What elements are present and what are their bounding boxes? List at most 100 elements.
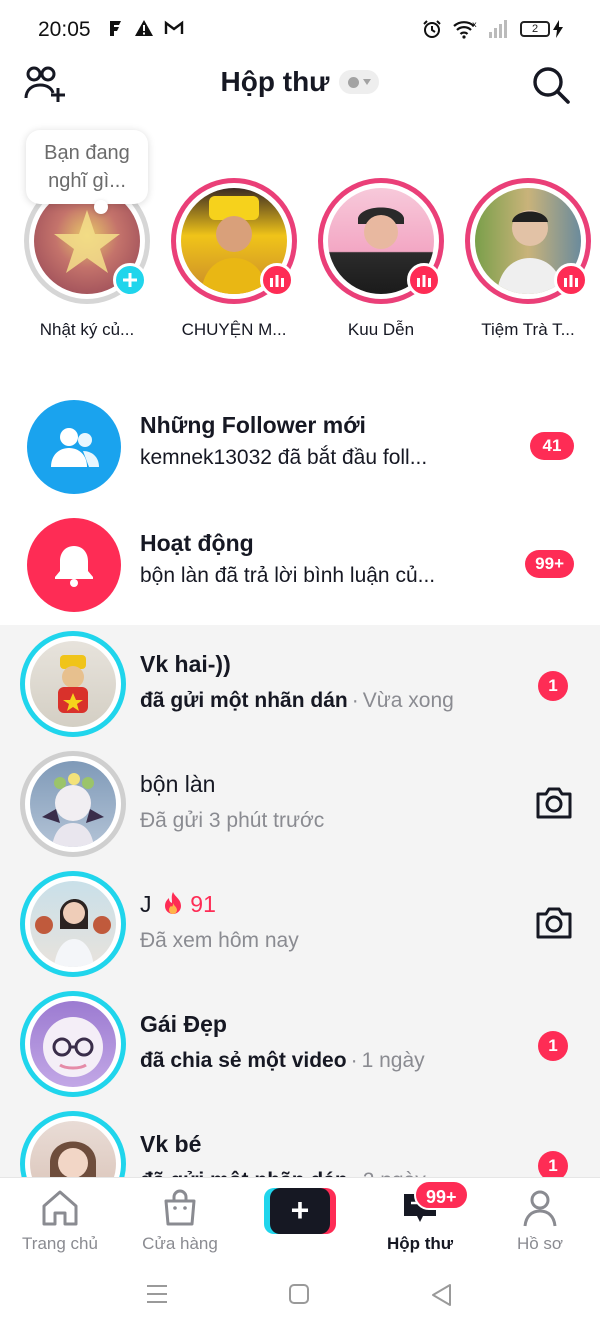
square-icon — [289, 1284, 309, 1304]
thought-bubble-tail — [94, 200, 108, 214]
avatar — [30, 761, 116, 847]
streak-count: 91 — [190, 891, 216, 917]
chat-message: đã gửi một nhãn dán — [140, 689, 348, 712]
row-title: Những Follower mới — [140, 412, 366, 438]
live-bars-icon — [564, 275, 578, 287]
camera-icon — [536, 907, 572, 939]
chat-list: Vk hai-)) đã gửi một nhãn dán · Vừa xong 1… — [0, 625, 600, 1177]
status-bar: 20:05 x 2 — [0, 0, 600, 60]
avatar — [30, 1001, 116, 1087]
shopping-bag-icon — [164, 1189, 196, 1226]
thought-bubble-line1: Bạn đang — [44, 142, 130, 164]
flame-icon — [164, 892, 181, 914]
story-item[interactable]: Tiệm Trà T... — [458, 178, 598, 368]
unread-badge: 1 — [538, 671, 568, 701]
wifi-icon: x — [453, 20, 477, 39]
avatar — [30, 641, 116, 727]
nav-profile[interactable]: Hồ sơ — [485, 1188, 595, 1254]
list-item[interactable]: Vk bé đã gửi một nhãn dán·2 ngày 1 — [0, 1105, 600, 1177]
avatar — [30, 881, 116, 967]
menu-icon — [147, 1285, 167, 1303]
online-status-toggle[interactable] — [339, 70, 380, 94]
live-bars-icon — [270, 275, 284, 287]
story-self[interactable]: Nhật ký củ... — [17, 178, 157, 368]
story-name: Tiệm Trà T... — [481, 320, 575, 339]
chat-time: 1 ngày — [361, 1049, 425, 1072]
svg-text:x: x — [472, 20, 477, 29]
chat-name: Vk hai-)) — [140, 651, 231, 677]
chat-name: J — [140, 891, 152, 917]
nav-label: Hộp thư — [386, 1234, 454, 1253]
chevron-down-icon — [362, 79, 371, 85]
search-button[interactable] — [530, 64, 572, 106]
nav-label: Cửa hàng — [142, 1234, 218, 1253]
add-story-button[interactable] — [113, 263, 147, 297]
unread-badge: 1 — [538, 1151, 568, 1177]
nav-label: Hồ sơ — [516, 1234, 564, 1253]
list-item[interactable]: Vk hai-)) đã gửi một nhãn dán · Vừa xong 1 — [0, 625, 600, 745]
gmail-icon — [164, 20, 184, 34]
count-badge: 99+ — [525, 550, 574, 578]
chat-name: Vk bé — [140, 1131, 202, 1157]
story-item[interactable]: CHUYỆN M... — [164, 178, 304, 368]
thought-bubble[interactable]: Bạn đang nghĩ gì... — [26, 130, 148, 204]
story-name: Nhật ký củ... — [39, 320, 135, 339]
chat-time: Vừa xong — [362, 689, 454, 712]
count-badge: 41 — [530, 432, 574, 460]
camera-button[interactable] — [534, 785, 574, 821]
story-name: Kuu Dễn — [347, 320, 415, 339]
menu-button[interactable] — [145, 1283, 169, 1310]
inbox-count-badge: 99+ — [414, 1180, 469, 1210]
camera-button[interactable] — [534, 905, 574, 941]
chat-message: đã chia sẻ một video — [140, 1049, 347, 1072]
row-subtitle: kemnek13032 đã bắt đầu foll... — [140, 446, 428, 469]
avatar — [30, 1121, 116, 1177]
activity-row[interactable]: Hoạt động bộn làn đã trả lời bình luận c… — [0, 506, 600, 624]
back-button[interactable] — [430, 1283, 454, 1312]
list-item[interactable]: Gái Đẹp đã chia sẻ một video · 1 ngày 1 — [0, 985, 600, 1105]
battery-level: 2 — [520, 21, 550, 37]
nav-home[interactable]: Trang chủ — [5, 1188, 115, 1254]
story-name: CHUYỆN M... — [181, 320, 287, 339]
search-icon — [533, 67, 570, 104]
list-item[interactable]: J 91 Đã xem hôm nay — [0, 865, 600, 985]
live-bars-icon — [417, 275, 431, 287]
live-badge — [260, 263, 294, 297]
status-dot — [347, 76, 359, 88]
chat-message: Đã gửi 3 phút trước — [140, 809, 325, 832]
chat-message: Đã xem hôm nay — [140, 929, 299, 952]
live-badge — [554, 263, 588, 297]
row-subtitle: bộn làn đã trả lời bình luận củ... — [140, 564, 436, 587]
header: Hộp thư — [0, 60, 600, 110]
alarm-icon — [423, 20, 441, 38]
warning-icon — [135, 20, 153, 36]
battery-icon: 2 — [520, 20, 564, 38]
system-nav-bar — [0, 1257, 600, 1333]
nav-label: Trang chủ — [22, 1234, 98, 1253]
thought-bubble-line2: nghĩ gì... — [48, 170, 126, 192]
status-time: 20:05 — [38, 18, 91, 41]
row-title: Hoạt động — [140, 530, 254, 556]
page-title: Hộp thư — [220, 66, 330, 97]
bottom-nav: Trang chủ Cửa hàng + Hộp thư Hồ sơ — [0, 1177, 600, 1257]
create-button[interactable]: + — [264, 1188, 336, 1234]
signal-icon — [489, 20, 507, 38]
camera-icon — [536, 787, 572, 819]
chat-message: đã gửi một nhãn dán — [140, 1169, 348, 1177]
profile-icon — [523, 1190, 557, 1227]
stories-row: Bạn đang nghĩ gì... Nhật ký củ... CHUYỆN… — [0, 130, 600, 370]
facebook-icon — [110, 21, 121, 36]
followers-icon — [27, 400, 121, 494]
home-system-button[interactable] — [288, 1283, 310, 1310]
plus-icon — [123, 273, 137, 287]
story-item[interactable]: Kuu Dễn — [311, 178, 451, 368]
charging-icon — [553, 20, 563, 38]
unread-badge: 1 — [538, 1031, 568, 1061]
list-item[interactable]: bộn làn Đã gửi 3 phút trước — [0, 745, 600, 865]
bell-icon — [27, 518, 121, 612]
chat-name: bộn làn — [140, 771, 216, 797]
chat-name: Gái Đẹp — [140, 1011, 227, 1037]
new-followers-row[interactable]: Những Follower mới kemnek13032 đã bắt đầ… — [0, 388, 600, 506]
home-icon — [42, 1190, 78, 1226]
nav-shop[interactable]: Cửa hàng — [125, 1188, 235, 1254]
